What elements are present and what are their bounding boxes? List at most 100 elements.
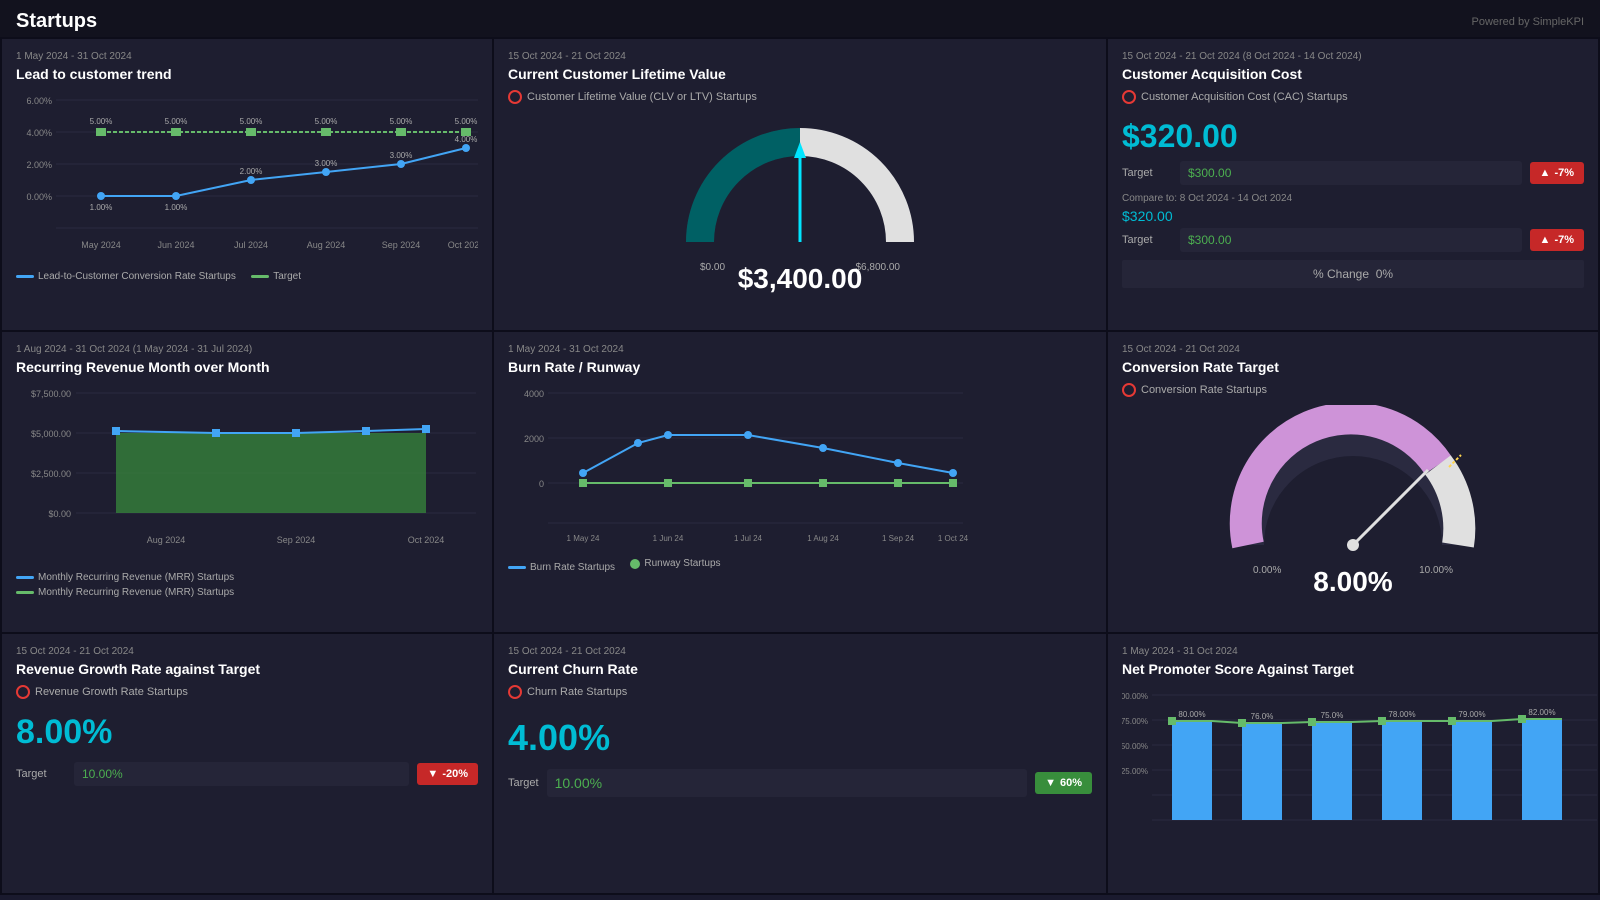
conversion-rate-title: Conversion Rate Target <box>1122 359 1584 375</box>
svg-text:Oct 2024: Oct 2024 <box>448 240 478 250</box>
cac-date: 15 Oct 2024 - 21 Oct 2024 (8 Oct 2024 - … <box>1122 51 1584 62</box>
svg-text:Aug 2024: Aug 2024 <box>147 535 186 545</box>
conversion-gauge-value: 8.00% <box>1313 566 1392 598</box>
cac-target-row: Target $300.00 ▲ -7% <box>1122 161 1584 185</box>
cac-compare-date: Compare to: 8 Oct 2024 - 14 Oct 2024 <box>1122 193 1584 204</box>
conversion-rate-date: 15 Oct 2024 - 21 Oct 2024 <box>1122 344 1584 355</box>
clv-datasource: Customer Lifetime Value (CLV or LTV) Sta… <box>508 90 757 104</box>
svg-text:1 Aug 24: 1 Aug 24 <box>807 534 839 543</box>
clv-card: 15 Oct 2024 - 21 Oct 2024 Current Custom… <box>494 39 1106 330</box>
legend-runway: Runway Startups <box>630 558 720 569</box>
app-header: Startups Powered by SimpleKPI <box>0 0 1600 37</box>
svg-text:Sep 2024: Sep 2024 <box>382 240 421 250</box>
revenue-growth-badge: ▼ -20% <box>417 763 478 785</box>
churn-rate-title: Current Churn Rate <box>508 661 1092 677</box>
revenue-growth-value: 8.00% <box>16 713 478 752</box>
legend-lead: Lead-to-Customer Conversion Rate Startup… <box>16 271 236 282</box>
burn-rate-chart: 4000 2000 0 1 May 24 1 Jun 24 1 Jul 24 1… <box>508 383 1092 556</box>
nps-title: Net Promoter Score Against Target <box>1122 661 1584 677</box>
burn-rate-title: Burn Rate / Runway <box>508 359 1092 375</box>
clv-ds-icon <box>508 90 522 104</box>
churn-rate-card: 15 Oct 2024 - 21 Oct 2024 Current Churn … <box>494 634 1106 893</box>
churn-badge-arrow: ▼ <box>1045 777 1056 789</box>
revenue-growth-date: 15 Oct 2024 - 21 Oct 2024 <box>16 646 478 657</box>
svg-text:76.0%: 76.0% <box>1251 712 1274 721</box>
legend-target: Target <box>251 271 301 282</box>
burn-rate-card: 1 May 2024 - 31 Oct 2024 Burn Rate / Run… <box>494 332 1106 633</box>
cac-compare-target-label: Target <box>1122 234 1172 246</box>
svg-text:$5,000.00: $5,000.00 <box>31 429 71 439</box>
svg-text:$2,500.00: $2,500.00 <box>31 469 71 479</box>
svg-text:4000: 4000 <box>524 389 544 399</box>
svg-text:6.00%: 6.00% <box>26 96 52 106</box>
cac-badge: ▲ -7% <box>1530 162 1584 184</box>
svg-text:Oct 2024: Oct 2024 <box>408 535 445 545</box>
svg-text:78.00%: 78.00% <box>1388 710 1415 719</box>
cac-card: 15 Oct 2024 - 21 Oct 2024 (8 Oct 2024 - … <box>1108 39 1598 330</box>
svg-text:1 Oct 24: 1 Oct 24 <box>938 534 968 543</box>
svg-text:Aug 2024: Aug 2024 <box>307 240 346 250</box>
cac-pct-change: % Change 0% <box>1122 260 1584 288</box>
clv-gauge-value: $3,400.00 <box>738 263 863 295</box>
svg-text:4.00%: 4.00% <box>455 135 478 144</box>
cac-badge-arrow: ▲ <box>1540 167 1551 179</box>
svg-text:2.00%: 2.00% <box>26 160 52 170</box>
cac-title: Customer Acquisition Cost <box>1122 66 1584 82</box>
churn-rate-value: 4.00% <box>508 717 1092 759</box>
svg-text:82.00%: 82.00% <box>1528 708 1555 717</box>
lead-trend-title: Lead to customer trend <box>16 66 478 82</box>
burn-rate-legend: Burn Rate Startups Runway Startups <box>508 558 1092 573</box>
svg-text:79.00%: 79.00% <box>1458 710 1485 719</box>
conversion-rate-datasource: Conversion Rate Startups <box>1122 383 1267 397</box>
svg-text:1 Sep 24: 1 Sep 24 <box>882 534 915 543</box>
svg-text:50.00%: 50.00% <box>1122 742 1148 751</box>
revenue-growth-target-row: Target 10.00% ▼ -20% <box>16 762 478 786</box>
lead-trend-chart: 6.00% 4.00% 2.00% 0.00% May 2024 Jun 202… <box>16 90 478 263</box>
powered-by: Powered by SimpleKPI <box>1472 16 1585 28</box>
svg-text:5.00%: 5.00% <box>240 117 263 126</box>
svg-text:0.00%: 0.00% <box>26 192 52 202</box>
cac-value: $320.00 <box>1122 118 1584 155</box>
svg-text:3.00%: 3.00% <box>315 159 338 168</box>
svg-text:1 Jul 24: 1 Jul 24 <box>734 534 763 543</box>
revenue-growth-card: 15 Oct 2024 - 21 Oct 2024 Revenue Growth… <box>2 634 492 893</box>
churn-target-label: Target <box>508 777 539 789</box>
svg-text:4.00%: 4.00% <box>26 128 52 138</box>
burn-rate-date: 1 May 2024 - 31 Oct 2024 <box>508 344 1092 355</box>
recurring-revenue-legend: Monthly Recurring Revenue (MRR) Startups… <box>16 568 478 598</box>
legend-mrr-actual: Monthly Recurring Revenue (MRR) Startups <box>16 572 234 583</box>
svg-text:100.00%: 100.00% <box>1122 692 1148 701</box>
lead-trend-legend: Lead-to-Customer Conversion Rate Startup… <box>16 267 478 282</box>
svg-text:75.00%: 75.00% <box>1122 717 1148 726</box>
conversion-rate-card: 15 Oct 2024 - 21 Oct 2024 Conversion Rat… <box>1108 332 1598 633</box>
cac-compare-target-row: Target $300.00 ▲ -7% <box>1122 228 1584 252</box>
recurring-revenue-card: 1 Aug 2024 - 31 Oct 2024 (1 May 2024 - 3… <box>2 332 492 633</box>
svg-text:May 2024: May 2024 <box>81 240 121 250</box>
svg-text:25.00%: 25.00% <box>1122 767 1148 776</box>
cac-compare-badge: ▲ -7% <box>1530 229 1584 251</box>
legend-mrr-target: Monthly Recurring Revenue (MRR) Startups <box>16 587 234 598</box>
svg-text:5.00%: 5.00% <box>390 117 413 126</box>
svg-text:75.0%: 75.0% <box>1321 711 1344 720</box>
svg-text:$0.00: $0.00 <box>48 509 71 519</box>
clv-title: Current Customer Lifetime Value <box>508 66 1092 82</box>
legend-burn: Burn Rate Startups <box>508 562 615 573</box>
clv-date: 15 Oct 2024 - 21 Oct 2024 <box>508 51 1092 62</box>
cac-datasource: Customer Acquisition Cost (CAC) Startups <box>1122 90 1348 104</box>
nps-chart: 100.00% 75.00% 50.00% 25.00% 80.00% 76.0… <box>1122 685 1584 858</box>
svg-text:5.00%: 5.00% <box>455 117 478 126</box>
churn-ds-icon <box>508 685 522 699</box>
recurring-revenue-date: 1 Aug 2024 - 31 Oct 2024 (1 May 2024 - 3… <box>16 344 478 355</box>
cac-ds-icon <box>1122 90 1136 104</box>
revenue-growth-target-label: Target <box>16 768 66 780</box>
cac-compare-target-value: $300.00 <box>1180 228 1522 252</box>
conversion-rate-gauge: 0.00% 10.00% 8.00% <box>1122 405 1584 598</box>
churn-badge: ▼ 60% <box>1035 772 1092 794</box>
clv-gauge: $0.00 $6,800.00 $3,400.00 <box>508 112 1092 295</box>
nps-card: 1 May 2024 - 31 Oct 2024 Net Promoter Sc… <box>1108 634 1598 893</box>
churn-rate-datasource: Churn Rate Startups <box>508 685 627 699</box>
svg-text:1.00%: 1.00% <box>165 203 188 212</box>
svg-text:0: 0 <box>539 479 544 489</box>
svg-text:$7,500.00: $7,500.00 <box>31 389 71 399</box>
svg-text:Jul 2024: Jul 2024 <box>234 240 268 250</box>
